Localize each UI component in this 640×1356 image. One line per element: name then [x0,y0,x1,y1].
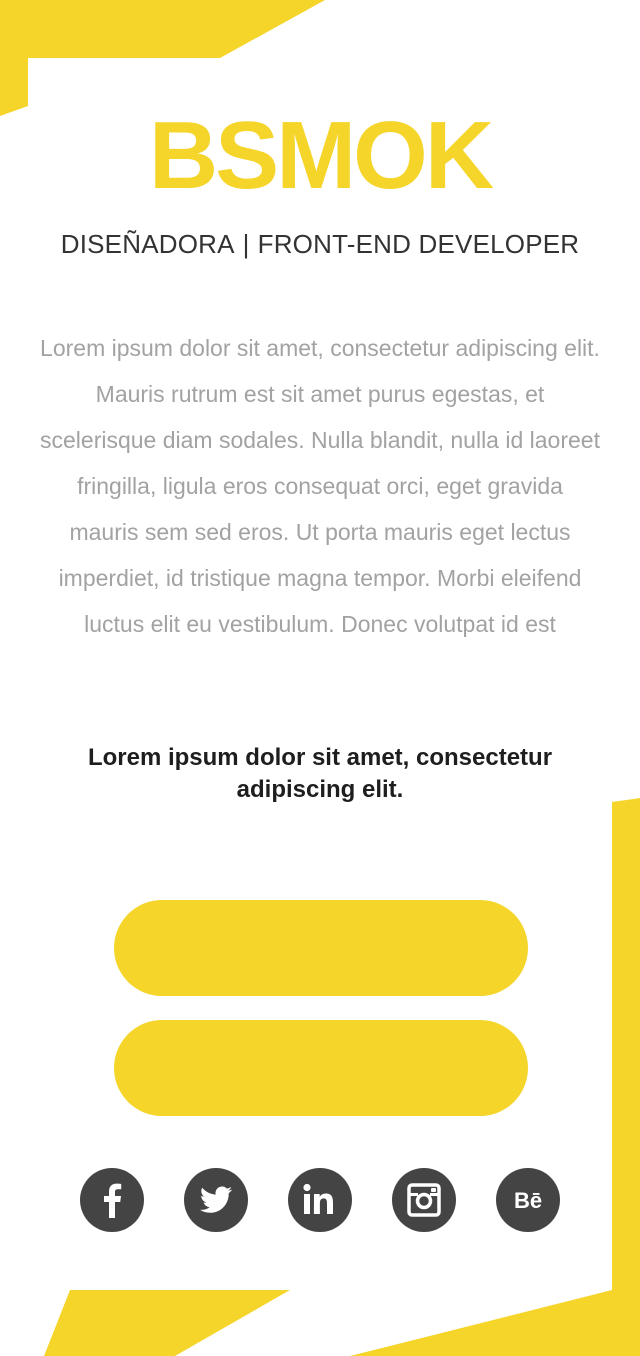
role-designer: DISEÑADORA [60,229,235,259]
secondary-button[interactable] [114,1020,528,1116]
role-separator: | [242,229,250,259]
facebook-icon [80,1168,144,1232]
linkedin-icon [288,1168,352,1232]
twitter-icon [184,1168,248,1232]
landing-page: BSMOK DISEÑADORA | FRONT-END DEVELOPER Lor… [0,0,640,1356]
linkedin-link[interactable] [288,1168,352,1232]
role-developer: FRONT-END DEVELOPER [257,229,580,259]
brand-title: BSMOK [148,102,494,209]
social-links: Bē [0,1168,640,1232]
instagram-link[interactable] [392,1168,456,1232]
intro-paragraph: Lorem ipsum dolor sit amet, consectetur … [40,335,600,637]
role-subtitle: DISEÑADORA | FRONT-END DEVELOPER [0,228,640,260]
tagline: Lorem ipsum dolor sit amet, consectetur … [87,744,553,803]
behance-icon: Bē [496,1168,560,1232]
behance-link[interactable]: Bē [496,1168,560,1232]
behance-glyph: Bē [514,1188,542,1213]
twitter-link[interactable] [184,1168,248,1232]
primary-button[interactable] [114,900,528,996]
instagram-icon [392,1168,456,1232]
facebook-link[interactable] [80,1168,144,1232]
